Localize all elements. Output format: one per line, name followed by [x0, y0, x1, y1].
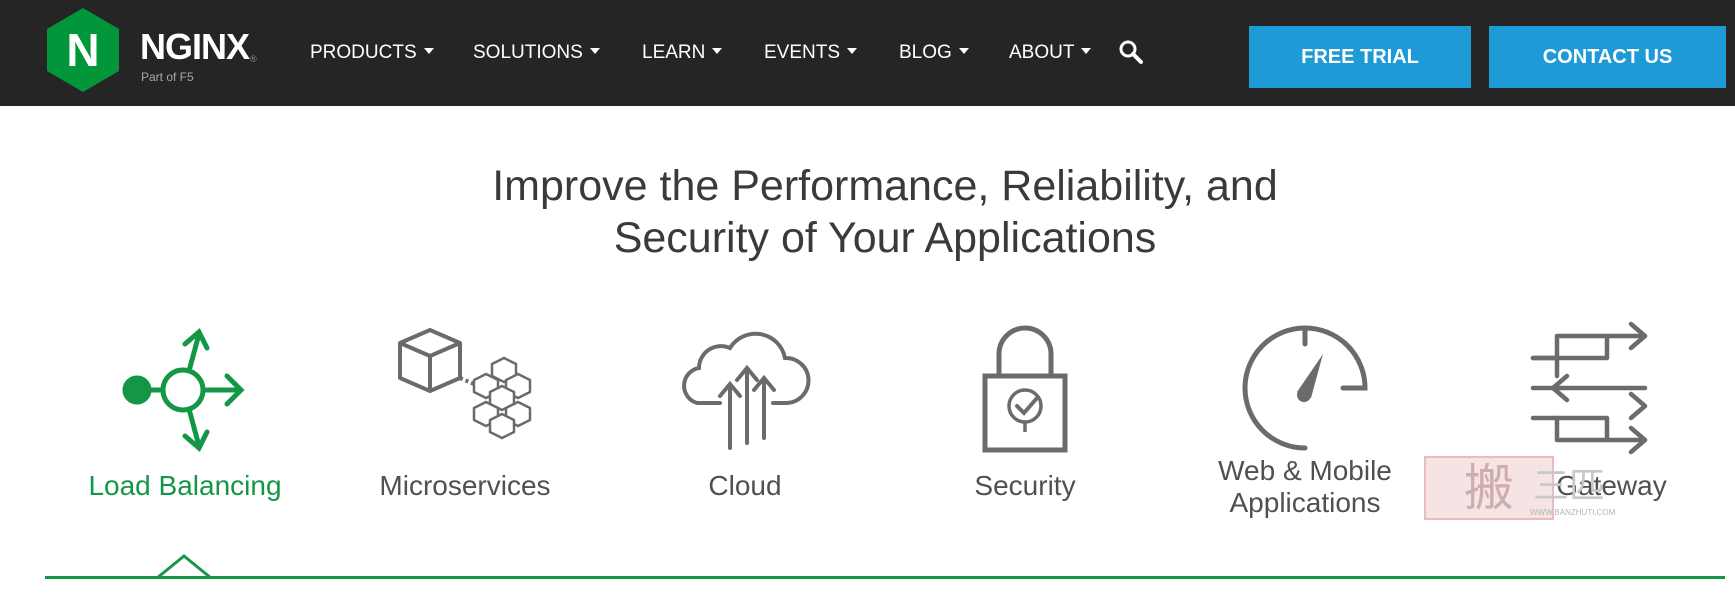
tab-web-mobile-applications[interactable]: Web & Mobile Applications — [1175, 310, 1435, 530]
chevron-down-icon — [958, 47, 969, 54]
nav-label: EVENTS — [764, 42, 841, 63]
nav-label: PRODUCTS — [310, 42, 417, 63]
chevron-down-icon — [847, 47, 858, 54]
chevron-down-icon — [423, 47, 434, 54]
tab-label: Cloud — [708, 470, 782, 501]
chevron-down-icon — [712, 47, 723, 54]
contact-us-button[interactable]: CONTACT US — [1489, 26, 1726, 88]
nav-label: ABOUT — [1009, 42, 1075, 63]
api-gateway-arrows-icon — [1530, 321, 1648, 455]
site-header: N NGINX ® Part of F5 PRODUCTS SOLUTIONS … — [0, 0, 1735, 106]
logo-letter: N — [66, 24, 99, 76]
nav-about[interactable]: ABOUT — [1009, 36, 1092, 70]
nav-label: SOLUTIONS — [473, 42, 583, 63]
page-title: Improve the Performance, Reliability, an… — [0, 160, 1735, 264]
watermark-text: 三匹 — [1533, 466, 1606, 507]
security-lock-icon — [982, 325, 1068, 453]
tab-label-line-1: Web & Mobile — [1218, 455, 1392, 486]
tab-label: Security — [974, 470, 1076, 501]
microservices-icon — [398, 328, 532, 440]
nav-label: BLOG — [899, 42, 952, 63]
svg-text:搬: 搬 — [1464, 459, 1514, 517]
tab-microservices[interactable]: Microservices — [335, 310, 595, 530]
nav-events[interactable]: EVENTS — [764, 36, 858, 70]
tab-label: Load Balancing — [88, 470, 282, 501]
tab-cloud[interactable]: Cloud — [615, 310, 875, 530]
speedometer-icon — [1242, 325, 1368, 451]
cloud-icon — [682, 331, 811, 450]
brand-subtitle: Part of F5 — [141, 70, 194, 84]
load-balancing-icon — [122, 328, 245, 452]
tab-security[interactable]: Security — [895, 310, 1155, 530]
nav-learn[interactable]: LEARN — [642, 36, 723, 70]
nav-label: LEARN — [642, 42, 706, 63]
nginx-logo[interactable]: N NGINX ® Part of F5 — [44, 6, 264, 96]
free-trial-button[interactable]: FREE TRIAL — [1249, 26, 1471, 88]
title-line-2: Security of Your Applications — [613, 214, 1157, 262]
chevron-down-icon — [589, 47, 600, 54]
search-icon[interactable] — [1117, 38, 1147, 68]
tab-label-line-2: Applications — [1229, 487, 1381, 518]
brand-name: NGINX — [140, 26, 250, 67]
tab-label: Microservices — [379, 470, 551, 501]
registered-mark: ® — [250, 54, 257, 64]
nav-blog[interactable]: BLOG — [899, 36, 969, 70]
nginx-hexagon-icon: N — [47, 8, 119, 92]
tab-load-balancing[interactable]: Load Balancing — [55, 310, 315, 530]
tab-underline — [45, 576, 1725, 579]
tab-label: Web & Mobile Applications — [1175, 455, 1435, 519]
chevron-down-icon — [1081, 47, 1092, 54]
watermark-url: WWW.BANZHUTI.COM — [1530, 508, 1616, 517]
title-line-1: Improve the Performance, Reliability, an… — [492, 162, 1278, 210]
nav-products[interactable]: PRODUCTS — [310, 36, 434, 70]
nav-solutions[interactable]: SOLUTIONS — [473, 36, 600, 70]
